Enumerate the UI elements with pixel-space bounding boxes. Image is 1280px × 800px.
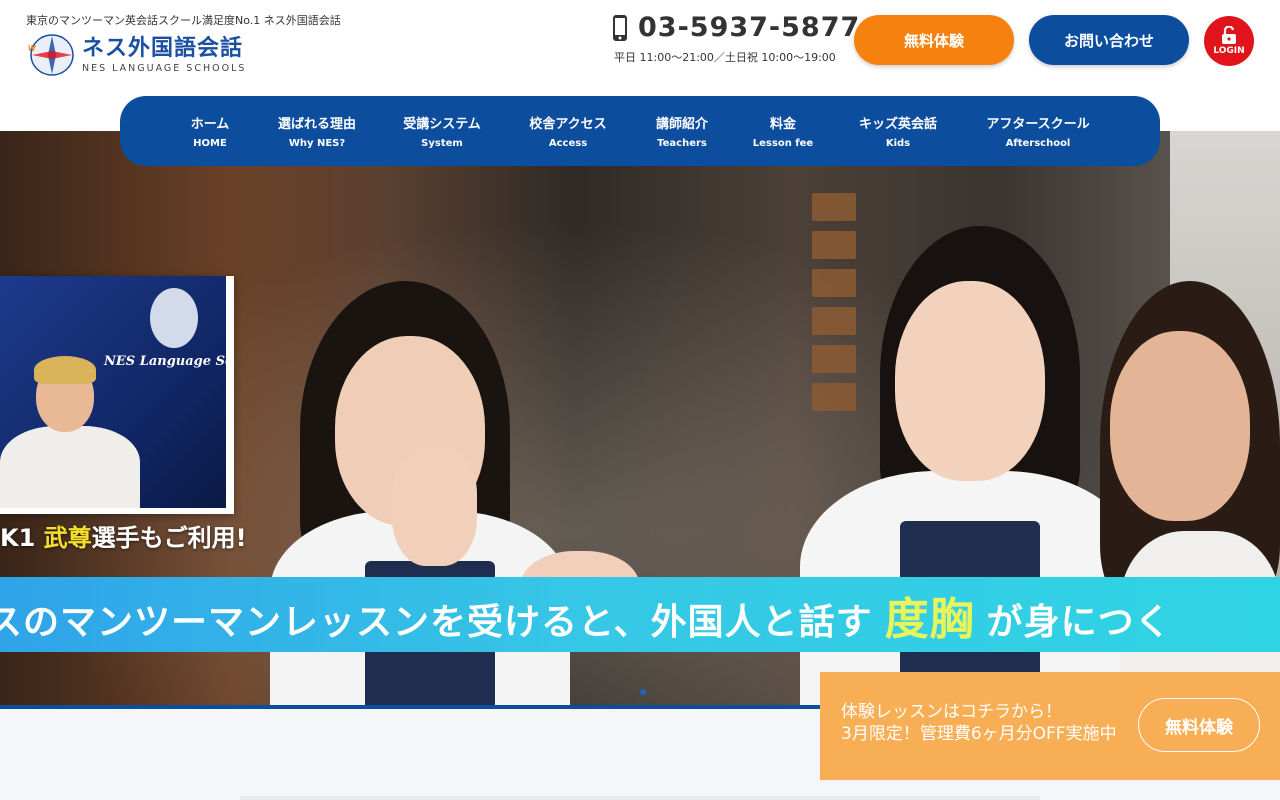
- cta-heading: 体験レッスンはコチラから！: [841, 702, 1062, 722]
- main-navigation: ホーム HOME 選ばれる理由 Why NES? 受講システム System 校…: [120, 96, 1160, 166]
- site-logo[interactable]: W ネス外国語会話 NES LANGUAGE SCHOOLS: [26, 32, 256, 78]
- hero-banner: スのマンツーマンレッスンを受けると、外国人と話す 度胸 が身につく: [0, 577, 1280, 652]
- hero-person-face: [1110, 331, 1250, 521]
- caption-highlight: 武尊: [43, 524, 92, 552]
- hero-background-sign: [812, 193, 856, 221]
- hero-background-sign: [812, 345, 856, 373]
- nav-item-why-nes[interactable]: 選ばれる理由 Why NES?: [250, 113, 384, 149]
- nav-item-afterschool[interactable]: アフタースクール Afterschool: [958, 113, 1118, 149]
- login-label: LOGIN: [1213, 46, 1245, 56]
- site-header: 東京のマンツーマン英会話スクール満足度No.1 ネス外国語会話 W ネス外国語会…: [0, 0, 1280, 96]
- hero-background-sign: [812, 269, 856, 297]
- hero-background-sign: [812, 307, 856, 335]
- hero-background-sign: [812, 231, 856, 259]
- nav-item-home[interactable]: ホーム HOME: [170, 113, 250, 149]
- login-button[interactable]: LOGIN: [1204, 16, 1254, 66]
- contact-button[interactable]: お問い合わせ: [1029, 15, 1189, 65]
- hero-person-face: [895, 281, 1045, 481]
- business-hours: 平日 11:00〜21:00／土日祝 10:00〜19:00: [614, 51, 836, 64]
- nav-item-system[interactable]: 受講システム System: [384, 113, 500, 149]
- hero-background-sign: [812, 383, 856, 411]
- celebrity-photo-card: NES Language Schools: [0, 276, 234, 514]
- logo-japanese-name: ネス外国語会話: [82, 35, 244, 61]
- unlock-icon: [1222, 26, 1236, 44]
- photo-sign-text: NES Language Schools: [104, 354, 226, 369]
- section-divider: [240, 796, 1040, 800]
- nes-logo-icon: [150, 288, 198, 348]
- cta-campaign-text: 3月限定！管理費6ヶ月分OFF実施中: [841, 724, 1117, 744]
- nav-item-teachers[interactable]: 講師紹介 Teachers: [636, 113, 728, 149]
- hero-person-hand: [392, 446, 477, 566]
- nav-item-lesson-fee[interactable]: 料金 Lesson fee: [728, 113, 838, 149]
- nav-item-kids[interactable]: キッズ英会話 Kids: [838, 113, 958, 149]
- page: 東京のマンツーマン英会話スクール満足度No.1 ネス外国語会話 W ネス外国語会…: [0, 0, 1280, 800]
- logo-english-name: NES LANGUAGE SCHOOLS: [82, 62, 247, 74]
- site-tagline: 東京のマンツーマン英会話スクール満足度No.1 ネス外国語会話: [26, 14, 341, 27]
- floating-trial-banner: 体験レッスンはコチラから！ 3月限定！管理費6ヶ月分OFF実施中 無料体験: [820, 672, 1280, 780]
- slider-pagination-dot[interactable]: [640, 689, 646, 695]
- cta-free-trial-button[interactable]: 無料体験: [1138, 698, 1260, 752]
- hero-slider: NES Language Schools K1 武尊選手もご利用! スのマンツー…: [0, 131, 1280, 706]
- phone-number[interactable]: 03-5937-5877: [638, 12, 860, 43]
- phone-contact[interactable]: 03-5937-5877: [612, 12, 860, 43]
- nav-item-access[interactable]: 校舎アクセス Access: [500, 113, 636, 149]
- logo-compass-icon: W: [26, 33, 76, 77]
- hero-banner-text: スのマンツーマンレッスンを受けると、外国人と話す 度胸 が身につく: [0, 593, 1172, 645]
- banner-highlight: 度胸: [884, 593, 975, 645]
- photo-caption: K1 武尊選手もご利用!: [0, 524, 247, 552]
- free-trial-button[interactable]: 無料体験: [854, 15, 1014, 65]
- smartphone-icon: [612, 14, 628, 42]
